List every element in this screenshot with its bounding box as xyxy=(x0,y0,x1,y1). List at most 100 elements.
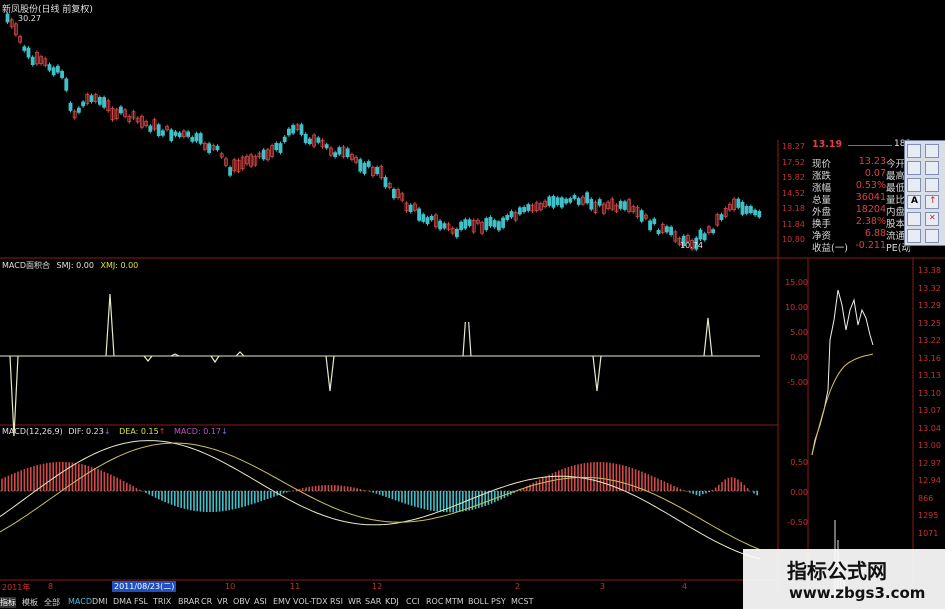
date-label: 12 xyxy=(372,582,383,591)
candle-body xyxy=(618,201,623,209)
tab-psy[interactable]: PSY xyxy=(491,597,506,606)
date-label: 10 xyxy=(225,582,236,591)
date-label: 3 xyxy=(600,582,606,591)
vertical-line-icon[interactable] xyxy=(907,178,921,192)
candle-body xyxy=(711,229,715,234)
tab-cci[interactable]: CCI xyxy=(406,597,420,606)
price-axis-tick: 14.52 xyxy=(782,188,805,198)
candle-body xyxy=(345,148,350,158)
area-spike xyxy=(9,355,19,437)
date-label: 2 xyxy=(515,582,521,591)
tab-brar[interactable]: BRAR xyxy=(178,597,200,606)
settings-tool-icon[interactable] xyxy=(925,229,939,243)
intraday-axis-tick: 13.10 xyxy=(918,388,941,398)
price-axis-tick: 15.82 xyxy=(782,173,805,182)
tab-指标[interactable]: 指标 xyxy=(0,597,16,608)
candle-body xyxy=(572,195,577,199)
date-start: 2011年 xyxy=(2,583,31,592)
tab-boll[interactable]: BOLL xyxy=(468,597,489,606)
candle-body xyxy=(177,132,182,137)
tab-mtm[interactable]: MTM xyxy=(445,597,464,606)
candle-body xyxy=(64,78,69,91)
tab-全部[interactable]: 全部 xyxy=(44,597,60,608)
candle-body xyxy=(30,56,35,65)
tab-roc[interactable]: ROC xyxy=(426,597,443,606)
candle-body xyxy=(560,197,564,208)
candle-body xyxy=(391,188,396,199)
tab-trix[interactable]: TRIX xyxy=(153,597,171,606)
color-tool-icon[interactable] xyxy=(907,229,921,243)
candle-body xyxy=(484,218,489,231)
macd-area-header: MACD面积合 SMJ: 0.00 XMJ: 0.00 xyxy=(2,260,138,271)
delete-tool-icon[interactable]: ✕ xyxy=(925,212,939,226)
channel-tool-icon[interactable] xyxy=(907,161,921,175)
quote-row: 收益(一) -0.211 PE(动) xyxy=(812,240,910,254)
candle-body xyxy=(198,133,203,144)
candle-body xyxy=(744,205,749,214)
tab-macd[interactable]: MACD xyxy=(68,597,92,606)
price-axis-tick: 17.52 xyxy=(782,157,805,167)
trend-tool-icon[interactable] xyxy=(925,178,939,192)
candle-body xyxy=(190,137,195,142)
smj-value: SMJ: 0.00 xyxy=(56,261,94,270)
quote-value: 6.88 xyxy=(864,228,886,239)
arrow-up-icon[interactable]: ↑ xyxy=(925,195,939,209)
tab-mcst[interactable]: MCST xyxy=(511,597,533,606)
tab-kdj[interactable]: KDJ xyxy=(385,597,399,606)
intraday-axis-tick: 13.25 xyxy=(918,318,941,328)
area-axis-tick: 5.00 xyxy=(790,328,808,337)
watermark: 指标公式网 www.zbgs3.com xyxy=(743,549,945,609)
quote-row: 涨幅 0.53% 最低 xyxy=(812,180,910,194)
tab-dmi[interactable]: DMI xyxy=(92,597,107,606)
candle-body xyxy=(526,204,531,211)
macd-axis-tick: -0.50 xyxy=(787,518,808,527)
candle-body xyxy=(702,233,707,241)
candle-body xyxy=(518,207,522,215)
candle-body xyxy=(362,162,367,174)
candle-body xyxy=(757,211,762,218)
tab-rsi[interactable]: RSI xyxy=(330,597,343,606)
candle-body xyxy=(749,206,753,214)
tab-fsl[interactable]: FSL xyxy=(134,597,148,606)
tab-vr[interactable]: VR xyxy=(217,597,228,606)
candle-body xyxy=(26,47,31,58)
intraday-axis-tick: 13.16 xyxy=(918,353,941,363)
blank-overlay-mid xyxy=(310,288,634,322)
tab-vol-tdx[interactable]: VOL-TDX xyxy=(293,597,328,606)
fib-tool-icon[interactable] xyxy=(925,161,939,175)
candle-body xyxy=(261,149,266,160)
candle-body xyxy=(496,221,501,231)
area-axis-tick: 10.00 xyxy=(785,303,808,312)
tab-asi[interactable]: ASI xyxy=(254,597,267,606)
quote-label: 收益(一) xyxy=(812,243,848,254)
tab-sar[interactable]: SAR xyxy=(365,597,381,606)
candle-body xyxy=(408,204,413,213)
quote-row: 总量 36041 量比 xyxy=(812,192,910,206)
tab-emv[interactable]: EMV xyxy=(273,597,290,606)
tab-obv[interactable]: OBV xyxy=(233,597,250,606)
candle-body xyxy=(47,64,52,71)
candle-body xyxy=(459,221,464,230)
parallel-tool-icon[interactable] xyxy=(925,144,939,158)
candle-body xyxy=(173,131,178,136)
text-tool-icon[interactable]: A xyxy=(907,195,921,209)
tab-wr[interactable]: WR xyxy=(348,597,361,606)
tab-cr[interactable]: CR xyxy=(201,597,212,606)
candle-body xyxy=(22,46,27,51)
candle-body xyxy=(505,215,510,220)
price-axis-tick: 10.80 xyxy=(782,235,805,244)
quote-row: 换手 2.38% 股本 xyxy=(812,216,910,230)
rect-tool-icon[interactable] xyxy=(907,212,921,226)
stock-title: 新凤股份(日线 前复权) xyxy=(2,5,93,15)
line-tool-icon[interactable] xyxy=(907,144,921,158)
tab-模板[interactable]: 模板 xyxy=(22,597,38,608)
area-spike xyxy=(105,293,115,357)
candle-body xyxy=(656,230,661,234)
candle-body xyxy=(698,229,703,240)
candle-body xyxy=(148,125,153,132)
tab-dma[interactable]: DMA xyxy=(113,597,132,606)
candle-body xyxy=(425,217,430,225)
macd-lines xyxy=(0,440,761,560)
candle-body xyxy=(186,131,191,137)
candle-body xyxy=(589,198,594,210)
